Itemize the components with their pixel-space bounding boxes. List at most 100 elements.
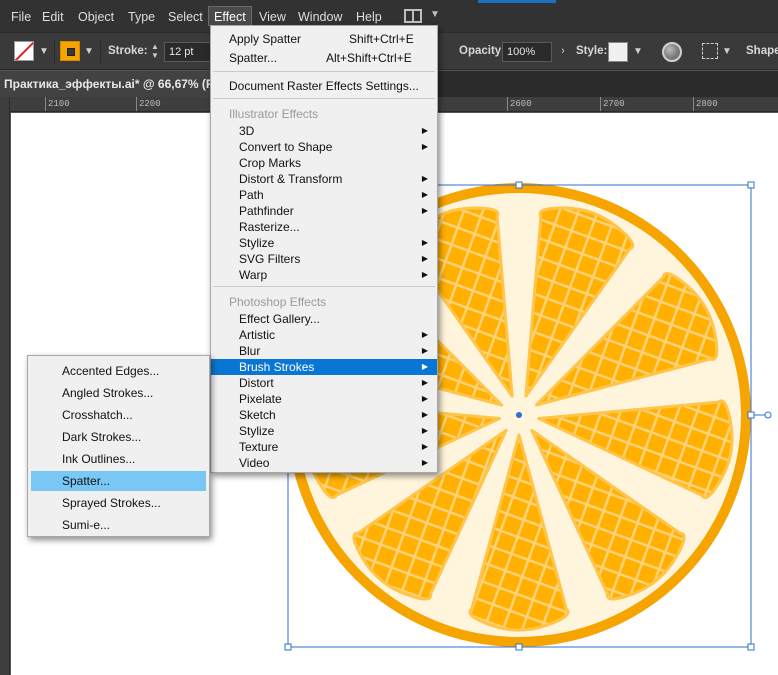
stroke-label: Stroke: bbox=[108, 45, 148, 57]
menu-item-label: Distort bbox=[239, 376, 274, 390]
workspace-switcher[interactable]: ▼ bbox=[404, 9, 440, 25]
style-label: Style: bbox=[576, 45, 608, 57]
menu-item-stylize[interactable]: Stylize ▶ bbox=[211, 423, 437, 439]
menu-item-label: Stylize bbox=[239, 424, 275, 438]
menu-item-path[interactable]: Path ▶ bbox=[211, 187, 437, 203]
menu-object[interactable]: Object bbox=[73, 7, 119, 27]
menu-item-stylize[interactable]: Stylize ▶ bbox=[211, 235, 437, 251]
submenu-item-label: Crosshatch... bbox=[62, 408, 133, 422]
menu-separator bbox=[213, 71, 435, 72]
menu-item-pathfinder[interactable]: Pathfinder ▶ bbox=[211, 203, 437, 219]
menu-edit[interactable]: Edit bbox=[37, 7, 69, 27]
submenu-item-dark-strokes[interactable]: Dark Strokes... bbox=[31, 427, 206, 447]
menu-item-distort[interactable]: Distort ▶ bbox=[211, 375, 437, 391]
brush-strokes-submenu: Accented Edges... Angled Strokes... Crossh… bbox=[27, 355, 210, 537]
graphic-style-swatch[interactable] bbox=[608, 42, 628, 62]
stroke-swatch[interactable] bbox=[60, 41, 80, 61]
menu-item-svg-filters[interactable]: SVG Filters ▶ bbox=[211, 251, 437, 267]
submenu-item-label: Sprayed Strokes... bbox=[62, 496, 161, 510]
submenu-item-label: Angled Strokes... bbox=[62, 386, 154, 400]
ruler-label: 2600 bbox=[510, 99, 532, 109]
menu-item-label: 3D bbox=[239, 124, 255, 138]
section-header-photoshop-effects: Photoshop Effects bbox=[229, 295, 327, 309]
submenu-arrow-icon: ▶ bbox=[421, 378, 428, 387]
menu-item-brush-strokes[interactable]: Brush Strokes ▶ bbox=[211, 359, 437, 375]
submenu-item-label: Ink Outlines... bbox=[62, 452, 136, 466]
menu-item-texture[interactable]: Texture ▶ bbox=[211, 439, 437, 455]
align-icon[interactable] bbox=[702, 43, 718, 59]
menu-item-video[interactable]: Video ▶ bbox=[211, 455, 437, 471]
menu-item-label: Crop Marks bbox=[239, 156, 302, 170]
submenu-arrow-icon: ▶ bbox=[421, 458, 428, 467]
menu-item-rasterize[interactable]: Rasterize... bbox=[211, 219, 437, 235]
menu-type[interactable]: Type bbox=[123, 7, 160, 27]
submenu-item-ink-outlines[interactable]: Ink Outlines... bbox=[31, 449, 206, 469]
submenu-item-accented-edges[interactable]: Accented Edges... bbox=[31, 361, 206, 381]
submenu-arrow-icon: ▶ bbox=[421, 330, 428, 339]
submenu-item-sumi-e[interactable]: Sumi-e... bbox=[31, 515, 206, 535]
shape-label: Shape: bbox=[746, 45, 778, 57]
center-point bbox=[516, 412, 522, 418]
vertical-ruler bbox=[0, 97, 10, 675]
stroke-chevron-icon[interactable]: ▼ bbox=[82, 46, 96, 60]
submenu-arrow-icon: ▶ bbox=[421, 270, 428, 279]
submenu-arrow-icon: ▶ bbox=[421, 394, 428, 403]
circle-widget-handle[interactable] bbox=[764, 411, 772, 419]
menu-window[interactable]: Window bbox=[293, 7, 347, 27]
opacity-input[interactable]: 100% bbox=[502, 42, 552, 62]
document-tab[interactable]: Практика_эффекты.ai* @ 66,67% (RGB bbox=[0, 71, 212, 97]
menu-item-label: Brush Strokes bbox=[239, 360, 315, 374]
menu-item-effect-gallery[interactable]: Effect Gallery... bbox=[211, 311, 437, 327]
menu-item-distort-transform[interactable]: Distort & Transform ▶ bbox=[211, 171, 437, 187]
submenu-item-label: Accented Edges... bbox=[62, 364, 160, 378]
menu-help[interactable]: Help bbox=[351, 7, 387, 27]
fill-chevron-icon[interactable]: ▼ bbox=[37, 46, 51, 60]
menu-item-label: Video bbox=[239, 456, 270, 470]
menu-effect[interactable]: Effect bbox=[208, 6, 252, 26]
menu-item-3d[interactable]: 3D ▶ bbox=[211, 123, 437, 139]
menu-select[interactable]: Select bbox=[163, 7, 208, 27]
active-indicator bbox=[478, 0, 556, 3]
menu-file[interactable]: File bbox=[6, 7, 36, 27]
menu-item-artistic[interactable]: Artistic ▶ bbox=[211, 327, 437, 343]
submenu-arrow-icon: ▶ bbox=[421, 346, 428, 355]
submenu-arrow-icon: ▶ bbox=[421, 174, 428, 183]
chevron-down-icon: ▼ bbox=[430, 9, 440, 20]
menu-item-convert-to-shape[interactable]: Convert to Shape ▶ bbox=[211, 139, 437, 155]
effect-menu: Apply Spatter Shift+Ctrl+E Spatter... Al… bbox=[210, 25, 438, 473]
menu-item-label: Stylize bbox=[239, 236, 275, 250]
menu-item-blur[interactable]: Blur ▶ bbox=[211, 343, 437, 359]
ruler-label: 2700 bbox=[603, 99, 625, 109]
chevron-right-icon[interactable]: › bbox=[556, 45, 570, 59]
section-header-illustrator-effects: Illustrator Effects bbox=[229, 107, 319, 121]
stroke-stepper-icon[interactable]: ▲ ▼ bbox=[148, 42, 162, 62]
ruler-label: 2100 bbox=[48, 99, 70, 109]
opacity-label: Opacity: bbox=[459, 45, 506, 57]
submenu-arrow-icon: ▶ bbox=[421, 190, 428, 199]
divider bbox=[54, 41, 55, 63]
stroke-weight-input[interactable]: 12 pt bbox=[164, 42, 214, 62]
menu-view[interactable]: View bbox=[254, 7, 291, 27]
menu-item-crop-marks[interactable]: Crop Marks bbox=[211, 155, 437, 171]
style-chevron-icon[interactable]: ▼ bbox=[631, 46, 645, 60]
fill-swatch[interactable] bbox=[14, 41, 34, 61]
menu-item-apply-last-effect[interactable]: Apply Spatter Shift+Ctrl+E bbox=[211, 31, 437, 47]
menu-item-pixelate[interactable]: Pixelate ▶ bbox=[211, 391, 437, 407]
menu-item-warp[interactable]: Warp ▶ bbox=[211, 267, 437, 283]
ruler-label: 2800 bbox=[696, 99, 718, 109]
menu-item-label: Texture bbox=[239, 440, 279, 454]
menu-item-last-effect-dialog[interactable]: Spatter... Alt+Shift+Ctrl+E bbox=[211, 50, 437, 66]
menu-item-label: Path bbox=[239, 188, 264, 202]
align-chevron-icon[interactable]: ▼ bbox=[720, 46, 734, 60]
submenu-arrow-icon: ▶ bbox=[421, 410, 428, 419]
menu-item-document-raster-settings[interactable]: Document Raster Effects Settings... bbox=[211, 78, 437, 94]
menu-item-label: Pathfinder bbox=[239, 204, 294, 218]
recolor-artwork-icon[interactable] bbox=[662, 42, 682, 62]
submenu-item-spatter[interactable]: Spatter... bbox=[31, 471, 206, 491]
submenu-item-crosshatch[interactable]: Crosshatch... bbox=[31, 405, 206, 425]
submenu-item-sprayed-strokes[interactable]: Sprayed Strokes... bbox=[31, 493, 206, 513]
menu-item-label: Warp bbox=[239, 268, 268, 282]
ruler-label: 2200 bbox=[139, 99, 161, 109]
submenu-item-angled-strokes[interactable]: Angled Strokes... bbox=[31, 383, 206, 403]
menu-item-sketch[interactable]: Sketch ▶ bbox=[211, 407, 437, 423]
